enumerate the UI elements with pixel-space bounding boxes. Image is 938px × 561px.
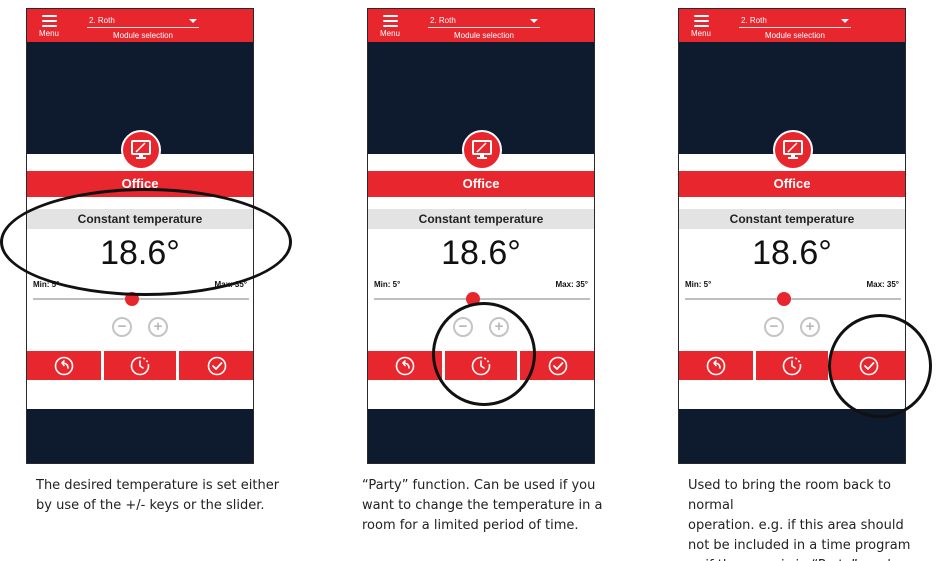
caption-normal: Used to bring the room back to normal op… bbox=[688, 478, 911, 561]
chevron-down-icon bbox=[841, 19, 849, 23]
mode-label: Constant temperature bbox=[679, 209, 905, 229]
mode-label: Constant temperature bbox=[368, 209, 594, 229]
minus-icon[interactable]: − bbox=[764, 317, 784, 337]
party-button[interactable] bbox=[756, 351, 828, 380]
menu-label: Menu bbox=[379, 29, 400, 38]
checkmark-icon bbox=[548, 356, 568, 375]
hamburger-icon bbox=[382, 15, 398, 30]
monitor-icon bbox=[462, 130, 502, 170]
normal-operation-button[interactable] bbox=[179, 351, 253, 380]
back-arrow-icon bbox=[395, 356, 415, 375]
room-name: Office bbox=[368, 171, 594, 197]
temperature-value: 18.6° bbox=[441, 234, 521, 272]
hamburger-icon bbox=[693, 15, 709, 30]
module-select[interactable]: 2. Roth bbox=[87, 15, 199, 28]
room-name: Office bbox=[679, 171, 905, 197]
footer-background bbox=[27, 409, 253, 463]
annotation-circle-party bbox=[432, 302, 536, 406]
plus-icon[interactable]: + bbox=[800, 317, 820, 337]
back-button[interactable] bbox=[679, 351, 753, 380]
module-select-label: Module selection bbox=[453, 31, 515, 40]
temperature-value: 18.6° bbox=[752, 234, 832, 272]
module-select-label: Module selection bbox=[112, 31, 174, 40]
back-button[interactable] bbox=[368, 351, 442, 380]
caption-party: “Party” function. Can be used if you wan… bbox=[362, 478, 603, 533]
menu-button[interactable]: Menu bbox=[374, 11, 406, 41]
temperature-slider-track[interactable] bbox=[374, 298, 590, 300]
max-label: Max: 35° bbox=[866, 280, 899, 289]
minus-icon[interactable]: − bbox=[112, 317, 132, 337]
max-label: Max: 35° bbox=[555, 280, 588, 289]
annotation-circle-temperature bbox=[0, 188, 292, 296]
min-label: Min: 5° bbox=[374, 280, 401, 289]
module-select-value: 2. Roth bbox=[89, 16, 115, 25]
menu-label: Menu bbox=[38, 29, 59, 38]
menu-label: Menu bbox=[690, 29, 711, 38]
annotation-circle-normal bbox=[828, 314, 932, 418]
module-select-value: 2. Roth bbox=[430, 16, 456, 25]
temperature-slider-thumb[interactable] bbox=[777, 292, 792, 306]
plus-icon[interactable]: + bbox=[148, 317, 168, 337]
menu-button[interactable]: Menu bbox=[33, 11, 65, 41]
caption-temperature: The desired temperature is set either by… bbox=[36, 478, 280, 513]
monitor-icon bbox=[121, 130, 161, 170]
chevron-down-icon bbox=[189, 19, 197, 23]
app-bar: Menu 2. Roth Module selection bbox=[27, 9, 253, 42]
hamburger-icon bbox=[41, 15, 57, 30]
checkmark-icon bbox=[207, 356, 227, 375]
temperature-slider-track[interactable] bbox=[685, 298, 901, 300]
min-label: Min: 5° bbox=[685, 280, 712, 289]
module-select-value: 2. Roth bbox=[741, 16, 767, 25]
monitor-icon bbox=[773, 130, 813, 170]
clock-icon bbox=[782, 356, 802, 375]
temperature-slider-track[interactable] bbox=[33, 298, 249, 300]
menu-button[interactable]: Menu bbox=[685, 11, 717, 41]
footer-background bbox=[368, 409, 594, 463]
module-select-label: Module selection bbox=[764, 31, 826, 40]
module-select[interactable]: 2. Roth bbox=[739, 15, 851, 28]
module-select[interactable]: 2. Roth bbox=[428, 15, 540, 28]
clock-icon bbox=[130, 356, 150, 375]
back-arrow-icon bbox=[54, 356, 74, 375]
chevron-down-icon bbox=[530, 19, 538, 23]
party-button[interactable] bbox=[104, 351, 176, 380]
app-bar: Menu 2. Roth Module selection bbox=[368, 9, 594, 42]
back-arrow-icon bbox=[706, 356, 726, 375]
app-bar: Menu 2. Roth Module selection bbox=[679, 9, 905, 42]
back-button[interactable] bbox=[27, 351, 101, 380]
